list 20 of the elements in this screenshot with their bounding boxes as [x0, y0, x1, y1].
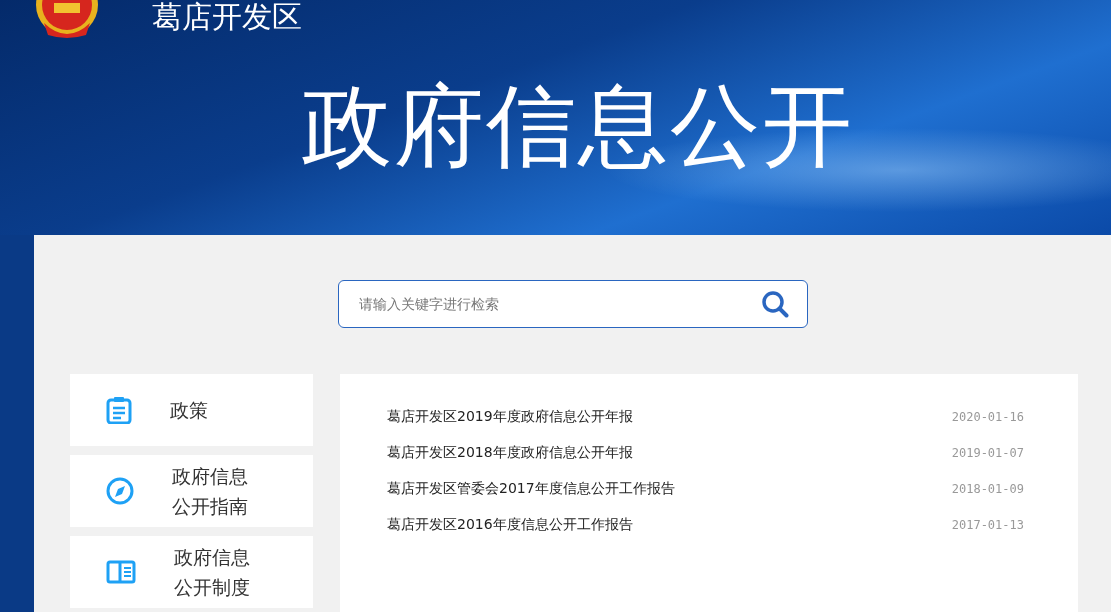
report-link[interactable]: 葛店开发区2018年度政府信息公开年报	[387, 444, 633, 462]
report-date: 2018-01-09	[951, 482, 1024, 496]
search-field[interactable]: 请输入关键字进行检索	[357, 295, 761, 313]
page-title: 政府信息公开	[302, 76, 855, 176]
compass-icon	[106, 477, 134, 505]
report-date: 2017-01-13	[951, 518, 1024, 532]
report-date: 2020-01-16	[951, 410, 1024, 424]
site-name: 葛店开发区	[152, 0, 302, 34]
report-link[interactable]: 葛店开发区2016年度信息公开工作报告	[387, 516, 633, 534]
report-link[interactable]: 葛店开发区管委会2017年度信息公开工作报告	[387, 480, 675, 498]
search-bar[interactable]: 请输入关键字进行检索	[338, 280, 808, 328]
sidebar-item[interactable]: 政策	[70, 374, 313, 446]
search-icon[interactable]	[761, 290, 789, 318]
book-icon	[106, 560, 136, 584]
report-date: 2019-01-07	[951, 446, 1024, 460]
emblem-icon	[34, 0, 100, 39]
clipboard-icon	[106, 396, 132, 424]
sidebar-item[interactable]: 政府信息 公开指南	[70, 455, 313, 527]
report-link[interactable]: 葛店开发区2019年度政府信息公开年报	[387, 408, 633, 426]
sidebar-item[interactable]: 政府信息 公开制度	[70, 536, 313, 608]
